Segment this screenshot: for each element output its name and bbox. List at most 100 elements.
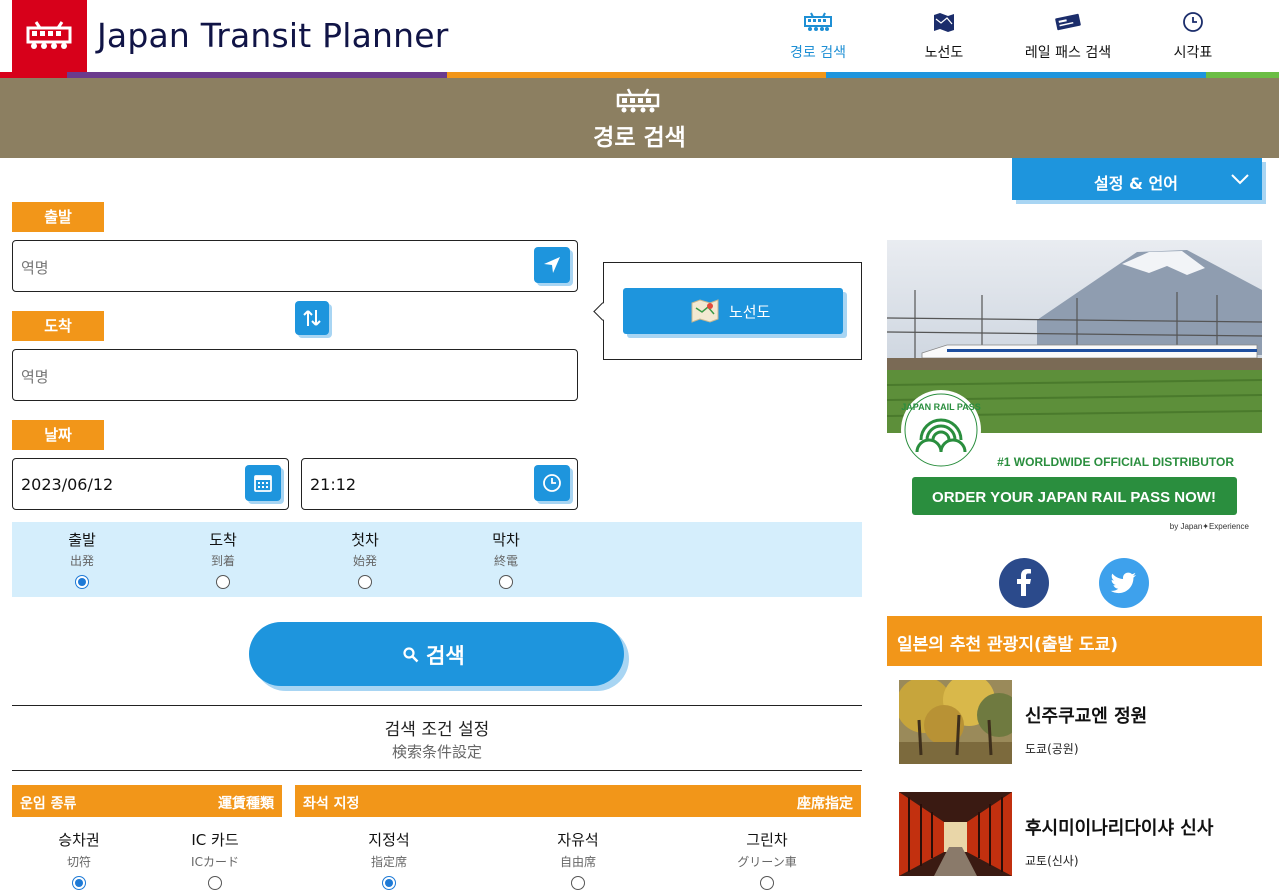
logo[interactable]: [12, 0, 87, 72]
recommendation-thumbnail: [899, 792, 1012, 876]
calendar-icon: [254, 475, 272, 492]
option-sublabel: 自由席: [559, 855, 596, 869]
time-type-options: 출발 出発 도착 到着 첫차 始発 막차 終電: [12, 522, 862, 597]
fare-option-ticket[interactable]: 승차권 切符: [19, 829, 139, 894]
recommendation-category: 교토(신사): [1025, 854, 1079, 868]
route-map-button[interactable]: 노선도: [623, 288, 843, 334]
seat-option-unreserved[interactable]: 자유석 自由席: [518, 829, 638, 894]
settings-language-dropdown[interactable]: 설정 & 언어: [1012, 158, 1262, 200]
nav-route-map[interactable]: 노선도: [912, 0, 976, 72]
seat-type-title-ja: 座席指定: [797, 796, 853, 812]
seat-option-green-car[interactable]: 그린차 グリーン車: [707, 829, 827, 894]
time-field[interactable]: 21:12: [301, 458, 578, 510]
ad-tagline: #1 WORLDWIDE OFFICIAL DISTRIBUTOR: [997, 455, 1234, 469]
option-sublabel: 到着: [210, 554, 235, 568]
date-label: 날짜: [12, 420, 104, 450]
swap-icon: [303, 310, 321, 326]
conditions-subtitle: 検索条件設定: [391, 743, 482, 761]
recommendation-category: 도쿄(공원): [1025, 742, 1079, 756]
option-radio[interactable]: [208, 876, 222, 890]
option-label: 자유석: [557, 831, 599, 849]
nav-label: 레일 패스 검색: [1024, 45, 1112, 61]
chevron-down-icon: [1231, 174, 1249, 185]
ad-image: JAPAN RAIL PASS #1 WORLDWIDE OFFICIAL DI…: [887, 240, 1262, 535]
option-radio[interactable]: [358, 575, 372, 589]
departure-placeholder: 역명: [21, 259, 49, 277]
nav-timetable[interactable]: 시각표: [1166, 0, 1220, 72]
page-title: 경로 검색: [593, 125, 686, 151]
option-radio[interactable]: [75, 575, 89, 589]
option-departure[interactable]: 출발 出発: [32, 522, 132, 593]
nav-label: 시각표: [1173, 45, 1213, 61]
facebook-icon: [1017, 569, 1031, 596]
search-icon: [403, 647, 419, 663]
ad-logo-text: JAPAN RAIL PASS: [901, 402, 981, 412]
option-label: 첫차: [351, 531, 379, 549]
ad-by: by Japan✦Experience: [1170, 522, 1250, 531]
recommendations-header: 일본의 추천 관광지(출발 도쿄): [887, 616, 1262, 666]
nav-rail-pass[interactable]: 레일 패스 검색: [1018, 0, 1118, 72]
recommendation-name: 후시미이나리다이샤 신사: [1025, 818, 1214, 839]
option-radio[interactable]: [571, 876, 585, 890]
option-label: 승차권: [58, 831, 100, 849]
option-sublabel: 出発: [69, 554, 94, 568]
option-radio[interactable]: [72, 876, 86, 890]
search-button[interactable]: 검색: [249, 622, 624, 686]
option-sublabel: ICカード: [191, 855, 239, 869]
settings-label: 설정 & 언어: [1094, 174, 1178, 193]
date-field[interactable]: 2023/06/12: [12, 458, 289, 510]
clock-icon: [1183, 12, 1203, 32]
twitter-icon: [1110, 572, 1136, 594]
fare-type-header: 운임 종류 運賃種類: [12, 785, 282, 817]
departure-label: 출발: [12, 202, 104, 232]
ad-cta: ORDER YOUR JAPAN RAIL PASS NOW!: [932, 489, 1216, 506]
option-label: 출발: [68, 531, 96, 549]
fare-option-ic-card[interactable]: IC 카드 ICカード: [155, 829, 275, 894]
divider: [12, 770, 862, 771]
seat-option-reserved[interactable]: 지정석 指定席: [329, 829, 449, 894]
option-sublabel: 切符: [66, 855, 91, 869]
swap-stations-button[interactable]: [295, 301, 329, 335]
nav-route-search[interactable]: 경로 검색: [786, 0, 850, 72]
recommendations-title: 일본의 추천 관광지(출발 도쿄): [897, 635, 1118, 655]
seat-type-title: 좌석 지정: [303, 796, 360, 812]
arrival-station-field[interactable]: 역명: [12, 349, 578, 401]
train-icon: [616, 88, 660, 113]
option-label: 그린차: [746, 831, 788, 849]
fare-type-title-ja: 運賃種類: [218, 796, 274, 812]
map-icon: [934, 13, 954, 32]
option-radio[interactable]: [499, 575, 513, 589]
recommendation-item[interactable]: 신주쿠교엔 정원 도쿄(공원): [899, 680, 1262, 766]
time-picker-button[interactable]: [534, 465, 570, 501]
app-title[interactable]: Japan Transit Planner: [97, 16, 449, 55]
option-radio[interactable]: [760, 876, 774, 890]
option-radio[interactable]: [382, 876, 396, 890]
option-sublabel: 終電: [493, 554, 518, 568]
search-label: 검색: [426, 644, 465, 668]
arrival-label: 도착: [12, 311, 104, 341]
option-sublabel: 始発: [352, 554, 377, 568]
recommendation-item[interactable]: 후시미이나리다이샤 신사 교토(신사): [899, 792, 1262, 878]
calendar-button[interactable]: [245, 465, 281, 501]
twitter-button[interactable]: [1099, 558, 1149, 608]
fare-type-title: 운임 종류: [20, 796, 77, 812]
route-map-label: 노선도: [729, 303, 771, 321]
train-icon: [804, 12, 832, 31]
current-location-button[interactable]: [534, 247, 570, 283]
japan-rail-pass-ad[interactable]: JAPAN RAIL PASS #1 WORLDWIDE OFFICIAL DI…: [887, 240, 1262, 535]
option-radio[interactable]: [216, 575, 230, 589]
departure-station-field[interactable]: 역명: [12, 240, 578, 292]
train-logo-icon: [26, 21, 72, 49]
facebook-button[interactable]: [999, 558, 1049, 608]
date-value: 2023/06/12: [21, 475, 114, 494]
option-label: 막차: [492, 531, 520, 549]
arrival-placeholder: 역명: [21, 368, 49, 386]
option-arrival[interactable]: 도착 到着: [173, 522, 273, 593]
nav-label: 경로 검색: [790, 45, 846, 61]
clock-icon: [543, 474, 561, 492]
option-last-train[interactable]: 막차 終電: [456, 522, 556, 593]
ticket-icon: [1055, 13, 1081, 31]
option-first-train[interactable]: 첫차 始発: [315, 522, 415, 593]
recommendation-name: 신주쿠교엔 정원: [1025, 706, 1148, 727]
option-label: 도착: [209, 531, 237, 549]
